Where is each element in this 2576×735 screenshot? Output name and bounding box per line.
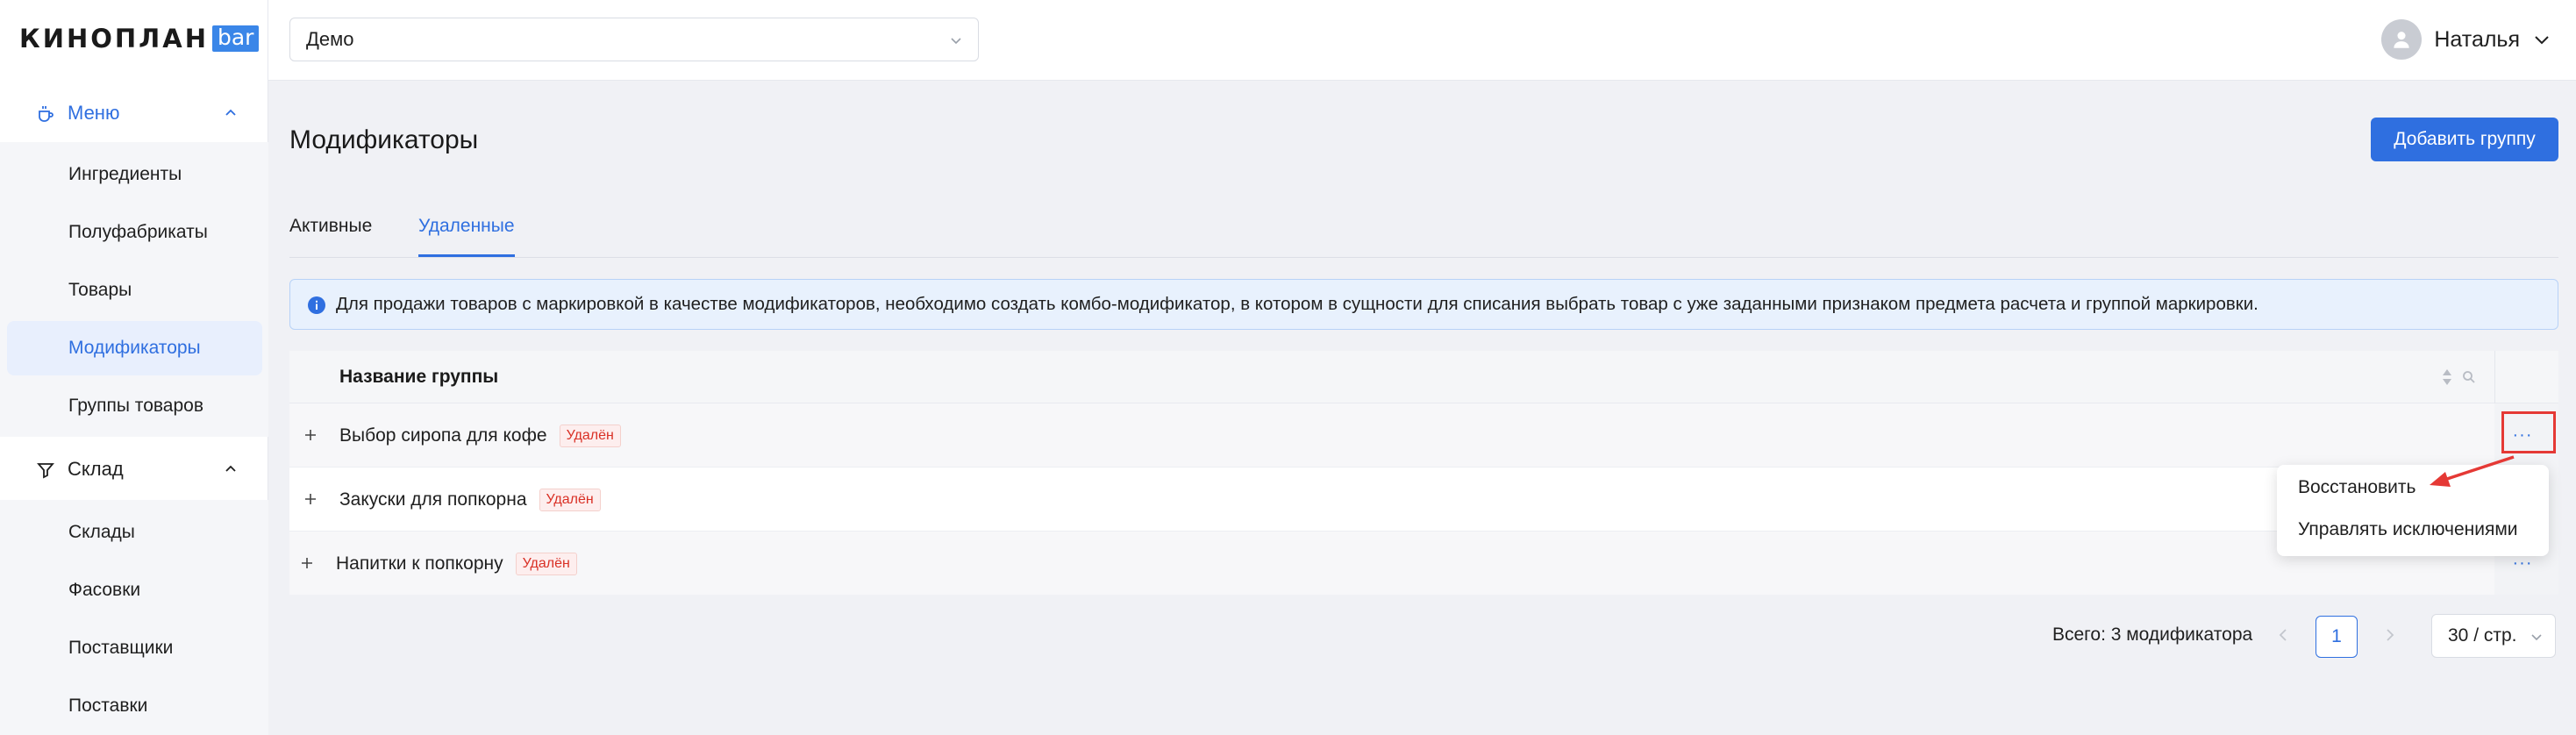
top-bar: Демо Наталья <box>268 0 2576 81</box>
column-divider <box>2494 351 2495 403</box>
tab-active[interactable]: Активные <box>289 216 372 254</box>
info-icon <box>308 296 325 314</box>
page-size-select[interactable]: 30 / стр. <box>2431 614 2556 658</box>
nav-group-menu[interactable]: Меню <box>0 86 268 140</box>
table-row: Выбор сиропа для кофе Удалён ··· <box>289 403 2558 467</box>
row-name-text: Закуски для попкорна <box>339 489 527 510</box>
menu-item-manage-exceptions[interactable]: Управлять исключениями <box>2298 519 2518 540</box>
avatar <box>2381 19 2423 60</box>
sidebar-item-warehouses[interactable]: Склады <box>7 505 262 560</box>
modifiers-table: Название группы Выбор сиропа для кофе Уда… <box>289 351 2558 595</box>
info-banner: Для продажи товаров с маркировкой в каче… <box>289 279 2558 330</box>
logo-badge: bar <box>211 25 260 52</box>
page-title: Модификаторы <box>289 125 479 154</box>
row-name: Закуски для попкорна Удалён <box>339 489 601 511</box>
warehouse-submenu: Склады Фасовки Поставщики Поставки <box>0 500 268 735</box>
row-name-text: Выбор сиропа для кофе <box>339 425 547 446</box>
cinema-select[interactable]: Демо <box>289 18 979 61</box>
row-name-text: Напитки к попкорну <box>336 553 503 574</box>
sidebar-item-deliveries[interactable]: Поставки <box>7 679 262 733</box>
coffee-cup-icon <box>39 106 54 122</box>
sidebar-item-modifiers[interactable]: Модификаторы <box>7 321 262 375</box>
row-context-menu: Восстановить Управлять исключениями <box>2277 465 2549 556</box>
sidebar-item-product-groups[interactable]: Группы товаров <box>7 379 262 433</box>
chevron-left-icon[interactable] <box>2275 626 2293 644</box>
chevron-up-icon <box>225 465 236 472</box>
status-badge: Удалён <box>559 425 621 447</box>
logo-text: КИНОПЛАН <box>19 24 209 54</box>
tab-deleted[interactable]: Удаленные <box>418 216 515 257</box>
info-banner-text: Для продажи товаров с маркировкой в каче… <box>336 294 2258 314</box>
plus-icon[interactable] <box>302 426 319 444</box>
chevron-down-icon <box>2531 634 2542 641</box>
sidebar-item-semi-finished[interactable]: Полуфабрикаты <box>7 205 262 260</box>
status-badge: Удалён <box>515 553 577 575</box>
chevron-up-icon <box>225 109 236 116</box>
plus-icon[interactable] <box>302 490 319 508</box>
add-group-button[interactable]: Добавить группу <box>2371 118 2558 161</box>
user-name: Наталья <box>2434 26 2520 52</box>
table-row: Закуски для попкорнаУдалён ··· <box>289 467 2558 532</box>
sidebar-item-packagings[interactable]: Фасовки <box>7 563 262 617</box>
pagination-page-current[interactable]: 1 <box>2316 616 2358 658</box>
filter-icon <box>37 463 54 479</box>
plus-icon[interactable] <box>298 554 316 572</box>
nav-group-label: Меню <box>68 102 120 124</box>
pagination-total: Всего: 3 модификатора <box>2052 624 2253 645</box>
user-menu[interactable]: Наталья <box>2381 18 2551 61</box>
chevron-down-icon <box>951 38 961 45</box>
cinema-select-value: Демо <box>306 28 354 50</box>
column-tools <box>2441 367 2476 388</box>
annotation-highlight-box <box>2501 411 2556 453</box>
sidebar: КИНОПЛАН bar Меню Ингредиенты Полуфабрик… <box>0 0 268 735</box>
status-badge: Удалён <box>539 489 601 511</box>
table-row: Напитки к попкорну Удалён ··· <box>289 532 2558 595</box>
page-size-value: 30 / стр. <box>2448 625 2517 646</box>
table-header: Название группы <box>289 351 2558 403</box>
row-more-button[interactable]: ··· <box>2507 553 2538 573</box>
nav-group-warehouse[interactable]: Склад <box>0 442 268 496</box>
sidebar-item-products[interactable]: Товары <box>7 263 262 318</box>
sidebar-item-suppliers[interactable]: Поставщики <box>7 621 262 675</box>
tabs: Активные Удаленные <box>289 203 2558 258</box>
user-icon <box>2394 32 2410 48</box>
sidebar-item-ingredients[interactable]: Ингредиенты <box>7 147 262 202</box>
column-header-group-name: Название группы <box>339 367 499 387</box>
nav-group-label: Склад <box>68 458 124 480</box>
row-name: Выбор сиропа для кофе Удалён <box>339 425 621 447</box>
menu-submenu: Ингредиенты Полуфабрикаты Товары Модифик… <box>0 142 268 437</box>
search-icon[interactable] <box>2462 370 2476 384</box>
sort-icon[interactable] <box>2441 367 2453 388</box>
chevron-right-icon[interactable] <box>2380 626 2398 644</box>
app-logo[interactable]: КИНОПЛАН bar <box>19 24 260 54</box>
row-name: Напитки к попкорну Удалён <box>336 553 577 575</box>
chevron-down-icon <box>2535 36 2549 45</box>
menu-item-restore[interactable]: Восстановить <box>2298 477 2415 498</box>
